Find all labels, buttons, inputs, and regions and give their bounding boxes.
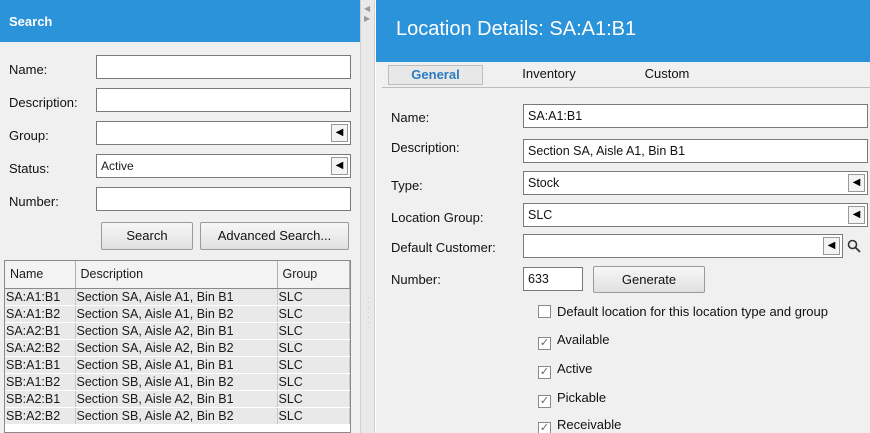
generate-button[interactable]: Generate — [593, 266, 705, 293]
cell-name: SB:A1:B2 — [5, 373, 76, 391]
cell-name: SB:A2:B2 — [5, 407, 76, 425]
tab-general[interactable]: General — [388, 65, 483, 85]
description-label: Description: — [9, 95, 78, 110]
cell-description: Section SB, Aisle A2, Bin B1 — [75, 390, 278, 408]
location-group-select[interactable]: SLC ◀ — [523, 203, 868, 227]
tab-bar: General Inventory Custom — [382, 62, 870, 88]
dropdown-arrow-icon[interactable]: ◀ — [848, 174, 865, 192]
cell-name: SA:A1:B1 — [5, 288, 76, 306]
dropdown-arrow-icon[interactable]: ◀ — [331, 157, 348, 175]
status-label: Status: — [9, 161, 50, 176]
cell-name: SA:A1:B2 — [5, 305, 76, 323]
cell-group: SLC — [277, 322, 350, 340]
checkmark-icon[interactable]: ✓ — [538, 366, 551, 379]
table-row[interactable]: SA:A1:B1 Section SA, Aisle A1, Bin B1 SLC — [5, 288, 350, 306]
dropdown-arrow-icon[interactable]: ◀ — [823, 237, 840, 255]
results-table: Name Description Group SA:A1:B1 Section S… — [4, 260, 351, 433]
column-header-name[interactable]: Name — [5, 261, 76, 289]
type-label: Type: — [391, 178, 423, 193]
pickable-checkbox[interactable]: ✓ Pickable — [538, 390, 606, 408]
page-title: Location Details: SA:A1:B1 — [376, 0, 870, 62]
cell-name: SA:A2:B2 — [5, 339, 76, 357]
checkmark-icon[interactable]: ✓ — [538, 422, 551, 433]
search-panel: Search Name: Description: Group: ◀ Statu… — [0, 0, 360, 433]
search-description-input[interactable] — [96, 88, 351, 112]
search-name-input[interactable] — [96, 55, 351, 79]
collapse-arrow-icon[interactable]: ◀ — [364, 4, 370, 13]
group-label: Group: — [9, 128, 49, 143]
location-name-input[interactable]: SA:A1:B1 — [523, 104, 868, 128]
checkbox-label: Receivable — [557, 417, 622, 432]
number-label: Number: — [9, 194, 59, 209]
search-number-input[interactable] — [96, 187, 351, 211]
type-select-value: Stock — [528, 176, 560, 190]
panel-splitter[interactable]: ◀ ▶ · · · · · · — [360, 0, 375, 433]
checkbox-label: Available — [557, 332, 610, 347]
column-header-group[interactable]: Group — [277, 261, 350, 289]
cell-name: SB:A1:B1 — [5, 356, 76, 374]
cell-name: SB:A2:B1 — [5, 390, 76, 408]
cell-description: Section SA, Aisle A2, Bin B1 — [75, 322, 278, 340]
cell-group: SLC — [277, 288, 350, 306]
search-group-select[interactable]: ◀ — [96, 121, 351, 145]
cell-group: SLC — [277, 407, 350, 425]
search-status-select[interactable]: Active ◀ — [96, 154, 351, 178]
splitter-grip-icon[interactable]: · · · · · · — [367, 294, 370, 327]
location-number-input[interactable]: 633 — [523, 267, 583, 291]
description-label: Description: — [391, 140, 460, 155]
cell-group: SLC — [277, 390, 350, 408]
tab-custom[interactable]: Custom — [632, 65, 702, 85]
table-row[interactable]: SB:A2:B1 Section SB, Aisle A2, Bin B1 SLC — [5, 390, 350, 408]
table-row[interactable]: SB:A1:B1 Section SB, Aisle A1, Bin B1 SLC — [5, 356, 350, 374]
available-checkbox[interactable]: ✓ Available — [538, 332, 610, 350]
checkmark-icon[interactable]: ✓ — [538, 337, 551, 350]
table-row[interactable]: SB:A2:B2 Section SB, Aisle A2, Bin B2 SLC — [5, 407, 350, 425]
checkbox-label: Default location for this location type … — [557, 304, 829, 319]
table-row[interactable]: SB:A1:B2 Section SB, Aisle A1, Bin B2 SLC — [5, 373, 350, 391]
search-button[interactable]: Search — [101, 222, 193, 250]
cell-group: SLC — [277, 339, 350, 357]
table-row[interactable]: SA:A2:B2 Section SA, Aisle A2, Bin B2 SLC — [5, 339, 350, 357]
expand-arrow-icon[interactable]: ▶ — [364, 14, 370, 23]
cell-description: Section SA, Aisle A1, Bin B1 — [75, 288, 278, 306]
advanced-search-button[interactable]: Advanced Search... — [200, 222, 349, 250]
search-panel-title: Search — [0, 0, 360, 42]
tab-inventory[interactable]: Inventory — [514, 65, 584, 85]
cell-name: SA:A2:B1 — [5, 322, 76, 340]
default-location-checkbox[interactable]: Default location for this location type … — [538, 304, 828, 319]
table-row[interactable]: SA:A2:B1 Section SA, Aisle A2, Bin B1 SLC — [5, 322, 350, 340]
cell-group: SLC — [277, 356, 350, 374]
cell-description: Section SB, Aisle A2, Bin B2 — [75, 407, 278, 425]
location-group-select-value: SLC — [528, 208, 553, 222]
location-type-select[interactable]: Stock ◀ — [523, 171, 868, 195]
column-header-description[interactable]: Description — [75, 261, 278, 289]
name-label: Name: — [391, 110, 430, 125]
cell-description: Section SA, Aisle A1, Bin B2 — [75, 305, 278, 323]
location-group-label: Location Group: — [391, 210, 484, 225]
cell-description: Section SB, Aisle A1, Bin B2 — [75, 373, 278, 391]
location-details-panel: Location Details: SA:A1:B1 General Inven… — [376, 0, 870, 433]
cell-description: Section SB, Aisle A1, Bin B1 — [75, 356, 278, 374]
receivable-checkbox[interactable]: ✓ Receivable — [538, 417, 621, 433]
default-customer-select[interactable]: ◀ — [523, 234, 843, 258]
dropdown-arrow-icon[interactable]: ◀ — [848, 206, 865, 224]
cell-group: SLC — [277, 373, 350, 391]
checkbox-empty-icon[interactable] — [538, 305, 551, 318]
cell-group: SLC — [277, 305, 350, 323]
magnifier-icon[interactable] — [847, 239, 861, 253]
checkbox-label: Pickable — [557, 390, 607, 405]
number-label: Number: — [391, 272, 441, 287]
active-checkbox[interactable]: ✓ Active — [538, 361, 592, 379]
default-customer-label: Default Customer: — [391, 240, 496, 255]
status-select-value: Active — [101, 159, 134, 173]
name-label: Name: — [9, 62, 48, 77]
checkmark-icon[interactable]: ✓ — [538, 395, 551, 408]
dropdown-arrow-icon[interactable]: ◀ — [331, 124, 348, 142]
table-row[interactable]: SA:A1:B2 Section SA, Aisle A1, Bin B2 SLC — [5, 305, 350, 323]
location-description-input[interactable]: Section SA, Aisle A1, Bin B1 — [523, 139, 868, 163]
checkbox-label: Active — [557, 361, 593, 376]
cell-description: Section SA, Aisle A2, Bin B2 — [75, 339, 278, 357]
